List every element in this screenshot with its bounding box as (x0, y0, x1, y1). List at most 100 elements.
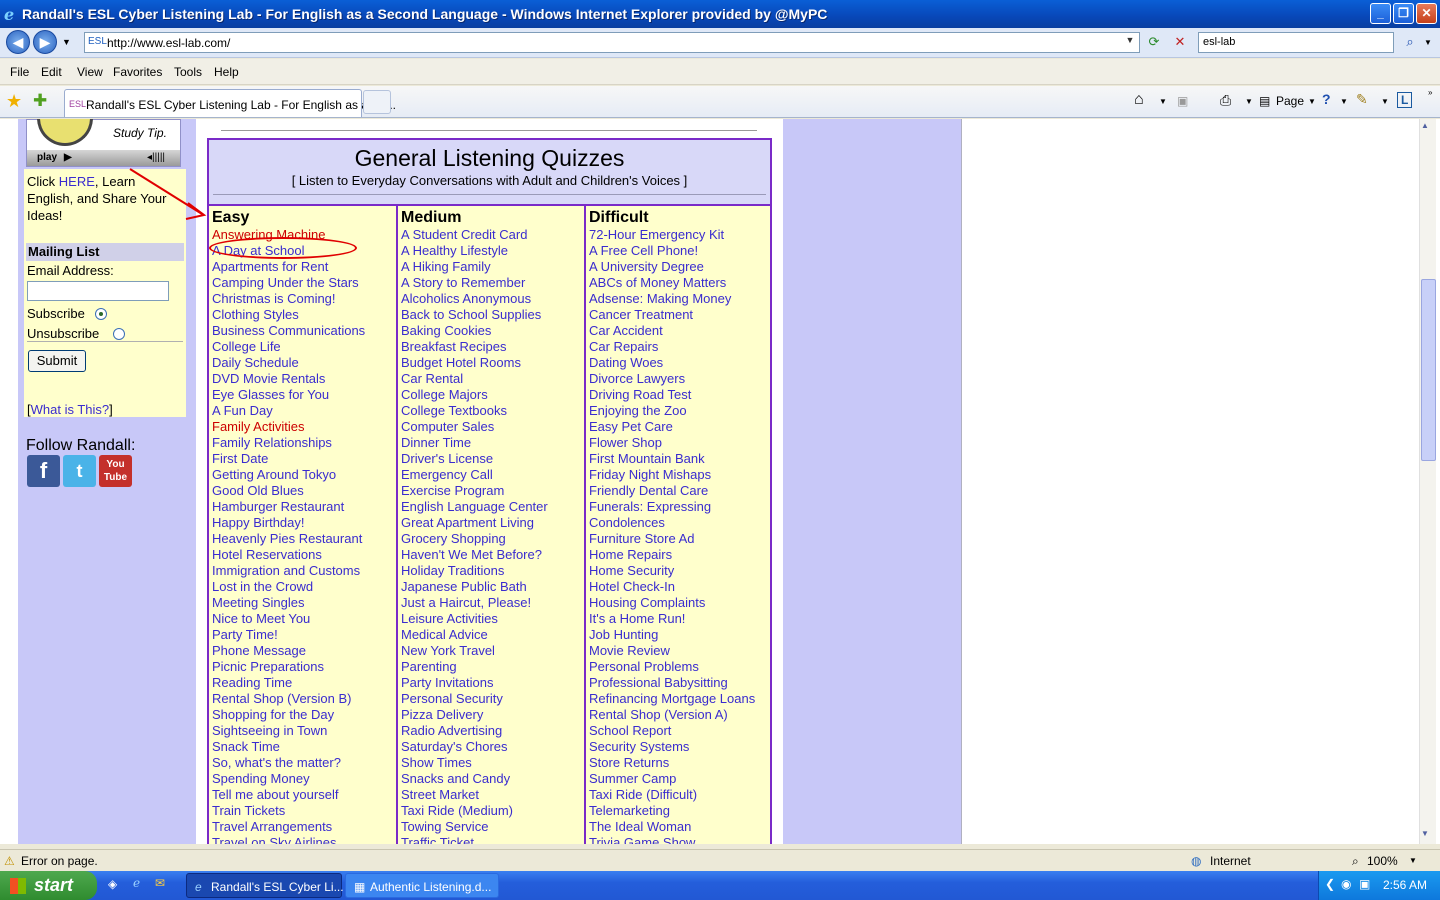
quiz-link[interactable]: Condolences (589, 515, 665, 530)
quiz-link[interactable]: College Life (212, 339, 281, 354)
home-dropdown-icon[interactable]: ▼ (1159, 97, 1167, 106)
quiz-link[interactable]: Taxi Ride (Medium) (401, 803, 513, 818)
quiz-link[interactable]: Apartments for Rent (212, 259, 328, 274)
quiz-link[interactable]: Holiday Traditions (401, 563, 504, 578)
quiz-link[interactable]: It's a Home Run! (589, 611, 685, 626)
quiz-link[interactable]: Trivia Game Show (589, 835, 695, 844)
scroll-up-icon[interactable]: ▲ (1421, 121, 1429, 130)
quiz-link[interactable]: Home Repairs (589, 547, 672, 562)
close-button[interactable]: ✕ (1416, 3, 1437, 24)
quiz-link[interactable]: Happy Birthday! (212, 515, 305, 530)
start-label[interactable]: start (34, 875, 73, 896)
tray-network-icon[interactable]: ◉ (1341, 877, 1351, 891)
quiz-link[interactable]: A Free Cell Phone! (589, 243, 698, 258)
quiz-link[interactable]: Radio Advertising (401, 723, 502, 738)
quiz-link[interactable]: English Language Center (401, 499, 548, 514)
quicklaunch-ie-icon[interactable]: e (133, 876, 140, 890)
quiz-link[interactable]: Movie Review (589, 643, 670, 658)
task-ie-label[interactable]: Randall's ESL Cyber Li... (211, 880, 344, 894)
scroll-down-icon[interactable]: ▼ (1421, 829, 1429, 838)
quiz-link[interactable]: New York Travel (401, 643, 495, 658)
quiz-link[interactable]: Dating Woes (589, 355, 663, 370)
add-favorite-icon[interactable]: ✚ (33, 91, 47, 111)
quiz-link[interactable]: Emergency Call (401, 467, 493, 482)
quiz-link[interactable]: Heavenly Pies Restaurant (212, 531, 362, 546)
quiz-link[interactable]: Enjoying the Zoo (589, 403, 687, 418)
quiz-link[interactable]: Shopping for the Day (212, 707, 334, 722)
minimize-button[interactable]: _ (1370, 3, 1391, 24)
quiz-link[interactable]: Personal Security (401, 691, 503, 706)
quiz-link[interactable]: Phone Message (212, 643, 306, 658)
quiz-link[interactable]: Good Old Blues (212, 483, 304, 498)
quiz-link[interactable]: Travel on Sky Airlines (212, 835, 337, 844)
quiz-link[interactable]: Train Tickets (212, 803, 285, 818)
quiz-link[interactable]: Immigration and Customs (212, 563, 360, 578)
menu-view[interactable]: View (77, 65, 103, 79)
menu-file[interactable]: File (10, 65, 29, 79)
menu-edit[interactable]: Edit (41, 65, 62, 79)
quiz-link[interactable]: Rental Shop (Version B) (212, 691, 351, 706)
quiz-link[interactable]: Hotel Check-In (589, 579, 675, 594)
quiz-link[interactable]: Store Returns (589, 755, 669, 770)
search-options-icon[interactable]: ▼ (1424, 38, 1432, 47)
page-dropdown-icon[interactable]: ▼ (1308, 97, 1316, 106)
quiz-link[interactable]: Summer Camp (589, 771, 676, 786)
address-dropdown-icon[interactable]: ▼ (1123, 35, 1137, 50)
quiz-link[interactable]: Street Market (401, 787, 479, 802)
tools-dropdown-icon[interactable]: ▼ (1381, 97, 1389, 106)
quiz-link[interactable]: Clothing Styles (212, 307, 299, 322)
quiz-link[interactable]: Medical Advice (401, 627, 488, 642)
menu-favorites[interactable]: Favorites (113, 65, 162, 79)
quiz-link[interactable]: Driving Road Test (589, 387, 691, 402)
quiz-link[interactable]: DVD Movie Rentals (212, 371, 325, 386)
restore-button[interactable]: ❐ (1393, 3, 1414, 24)
tray-display-icon[interactable]: ▣ (1359, 877, 1370, 891)
quiz-link[interactable]: Personal Problems (589, 659, 699, 674)
quicklaunch-mail-icon[interactable]: ✉ (155, 876, 165, 890)
quiz-link[interactable]: Meeting Singles (212, 595, 305, 610)
quiz-link[interactable]: Nice to Meet You (212, 611, 310, 626)
quicklaunch-desktop-icon[interactable]: ◈ (108, 877, 117, 891)
quiz-link[interactable]: Cancer Treatment (589, 307, 693, 322)
scroll-thumb[interactable] (1421, 279, 1436, 461)
page-icon[interactable]: ▤ (1259, 94, 1270, 108)
quiz-link[interactable]: Travel Arrangements (212, 819, 332, 834)
research-icon[interactable]: L (1397, 92, 1413, 108)
quiz-link[interactable]: Car Accident (589, 323, 663, 338)
tab-title[interactable]: Randall's ESL Cyber Listening Lab - For … (86, 98, 396, 112)
tray-collapse-icon[interactable]: ❮ (1325, 877, 1335, 891)
page-menu[interactable]: Page (1276, 94, 1304, 108)
quiz-link[interactable]: Refinancing Mortgage Loans (589, 691, 755, 706)
start-button[interactable]: start (0, 871, 97, 900)
quiz-link[interactable]: Parenting (401, 659, 457, 674)
search-value[interactable]: esl-lab (1203, 36, 1235, 48)
quiz-link[interactable]: Security Systems (589, 739, 689, 754)
quiz-link[interactable]: Traffic Ticket (401, 835, 474, 844)
quiz-link[interactable]: Taxi Ride (Difficult) (589, 787, 697, 802)
menu-tools[interactable]: Tools (174, 65, 202, 79)
quiz-link[interactable]: A Student Credit Card (401, 227, 527, 242)
quiz-link[interactable]: Show Times (401, 755, 472, 770)
tab-esl-lab[interactable]: ESL Randall's ESL Cyber Listening Lab - … (64, 89, 396, 117)
quiz-link[interactable]: Pizza Delivery (401, 707, 483, 722)
address-url[interactable]: http://www.esl-lab.com/ (107, 36, 230, 50)
vertical-scrollbar[interactable]: ▲ ▼ (1419, 119, 1436, 844)
unsubscribe-radio[interactable] (113, 328, 125, 340)
quiz-link[interactable]: The Ideal Woman (589, 819, 691, 834)
home-icon[interactable]: ⌂ (1134, 91, 1144, 109)
quiz-link[interactable]: Sightseeing in Town (212, 723, 327, 738)
quiz-link[interactable]: Getting Around Tokyo (212, 467, 336, 482)
quiz-link[interactable]: Spending Money (212, 771, 310, 786)
quiz-link[interactable]: Business Communications (212, 323, 365, 338)
twitter-icon[interactable]: t (63, 455, 96, 487)
menu-help[interactable]: Help (214, 65, 239, 79)
quiz-link[interactable]: First Date (212, 451, 268, 466)
quiz-link[interactable]: Daily Schedule (212, 355, 299, 370)
quiz-link[interactable]: A Fun Day (212, 403, 273, 418)
quiz-link[interactable]: Rental Shop (Version A) (589, 707, 728, 722)
history-dropdown-icon[interactable]: ▼ (62, 37, 71, 47)
what-is-this-link[interactable]: What is This? (31, 402, 110, 417)
favorites-star-icon[interactable]: ★ (6, 91, 22, 112)
email-field[interactable] (27, 281, 169, 301)
quiz-link[interactable]: Budget Hotel Rooms (401, 355, 521, 370)
